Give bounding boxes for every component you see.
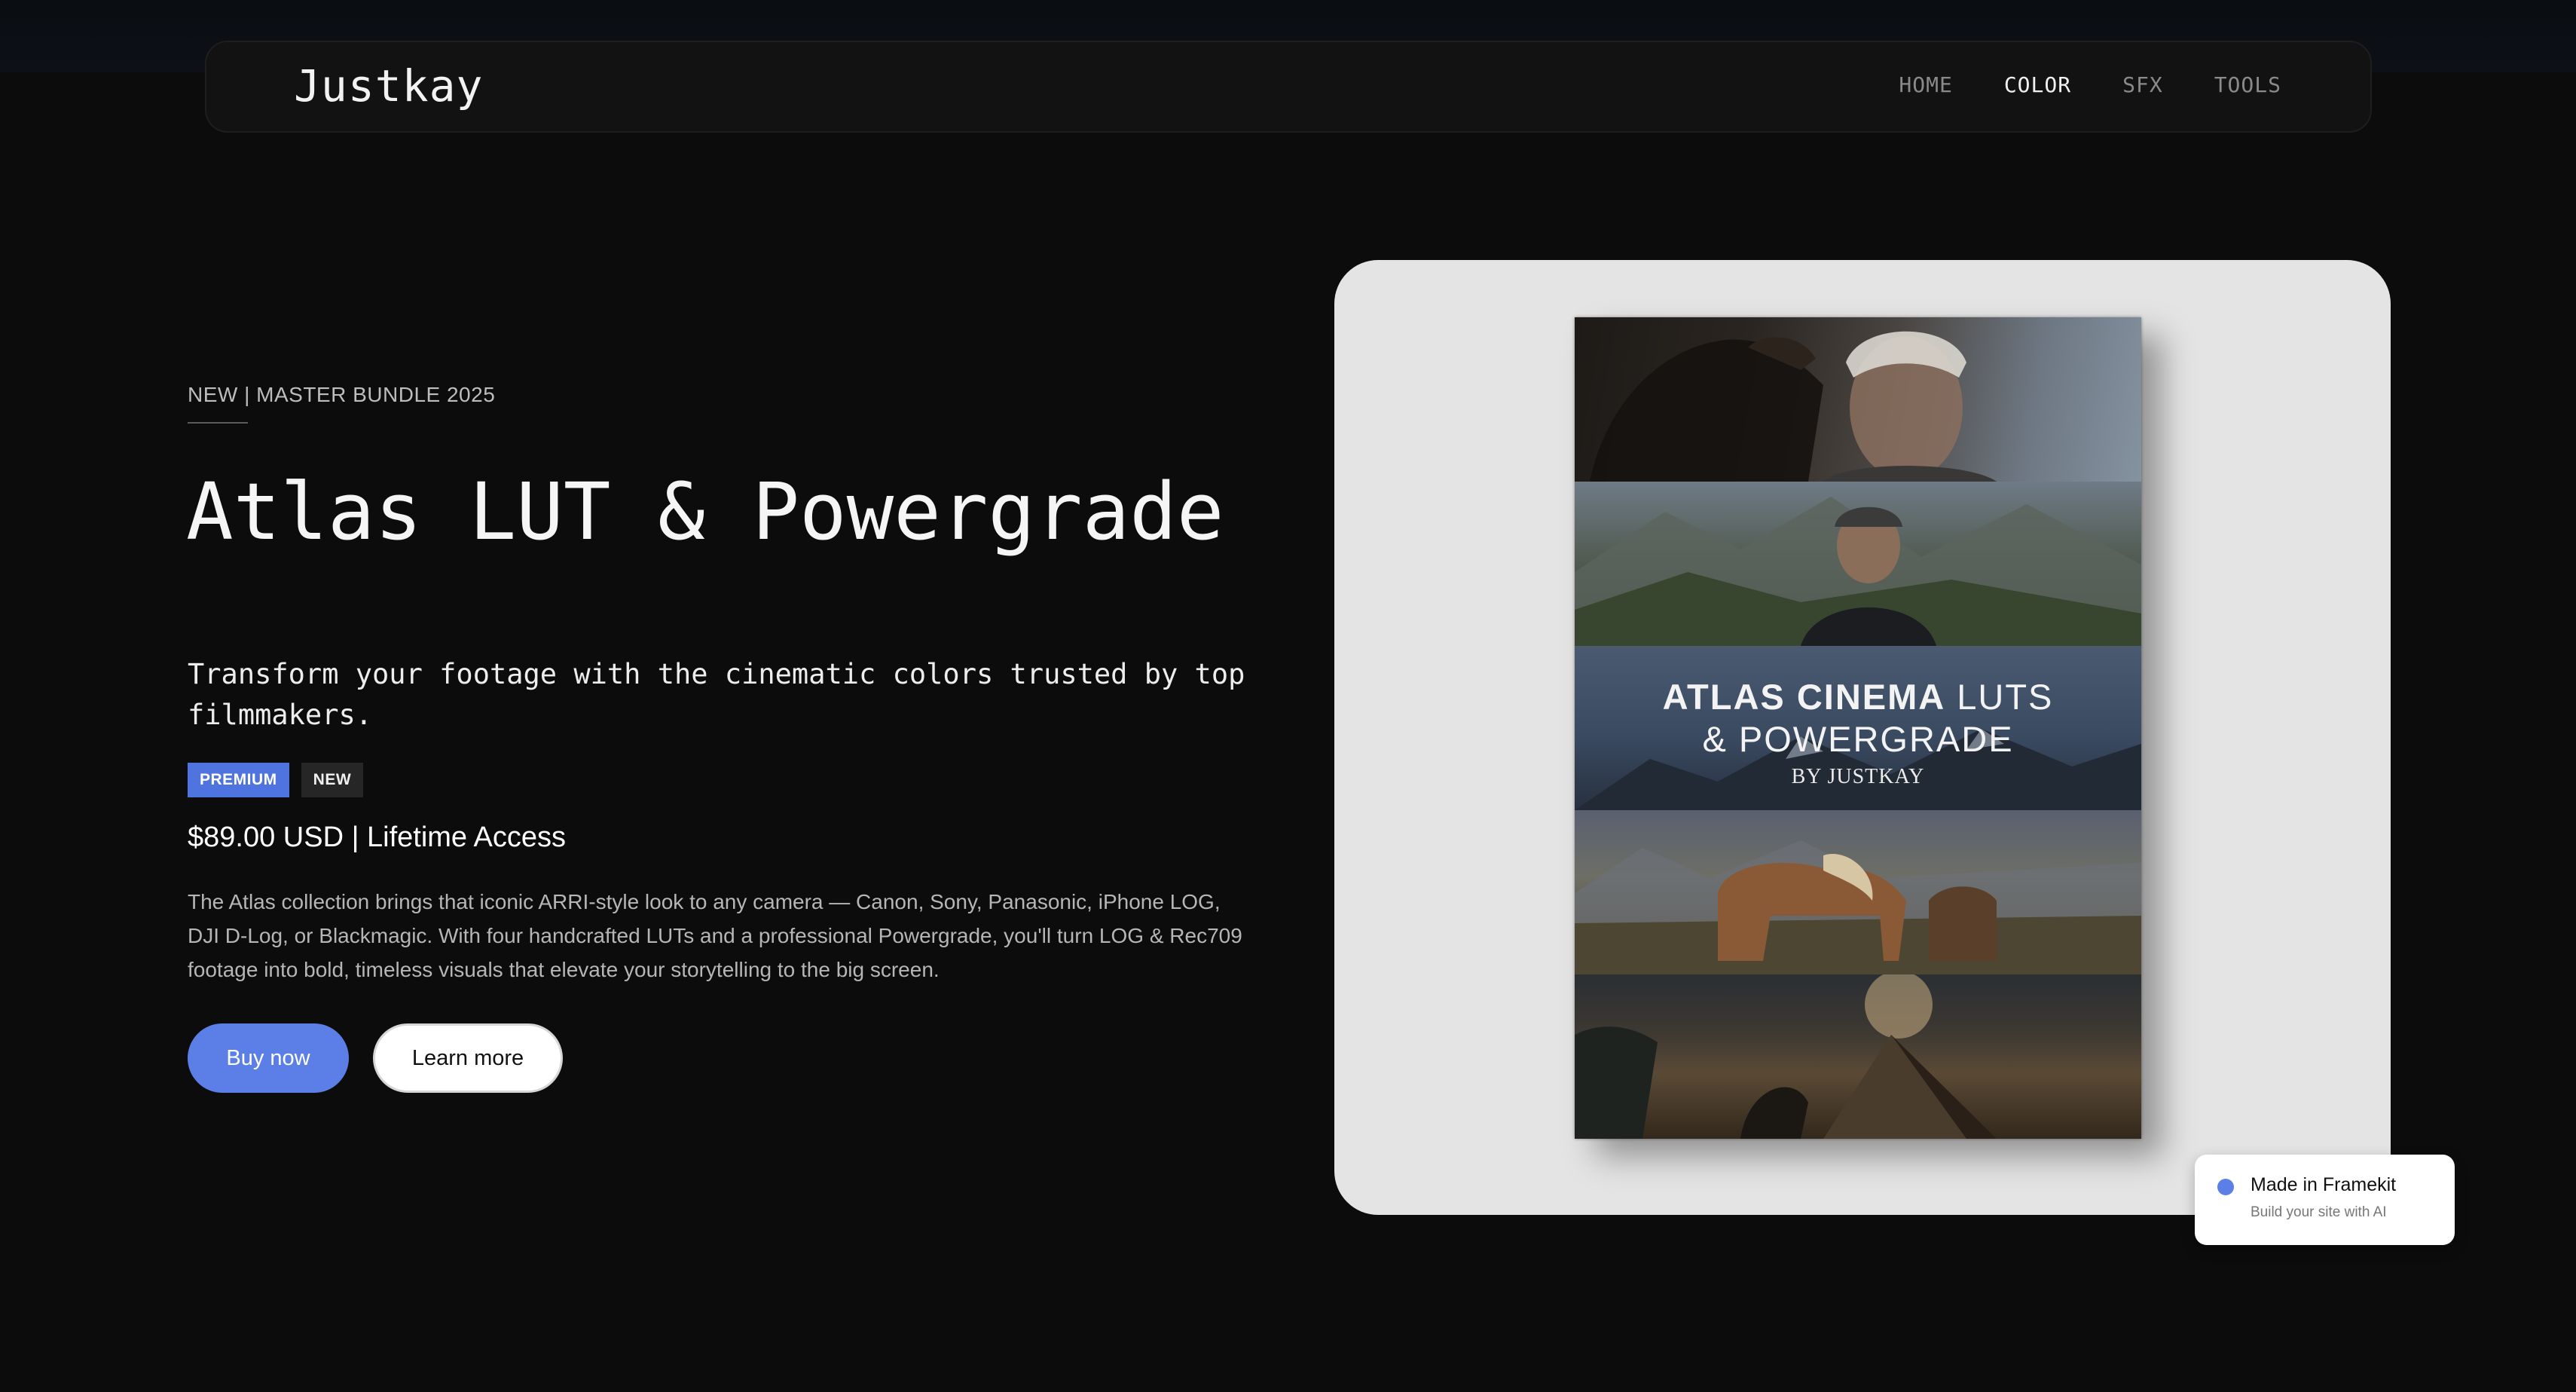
product-box-byline: BY JUSTKAY	[1791, 765, 1925, 788]
box-title-bold: ATLAS CINEMA	[1662, 677, 1946, 717]
badge-row: PREMIUM NEW	[188, 763, 364, 797]
box-title-light-2: & POWERGRADE	[1702, 719, 2014, 759]
eyebrow-underline	[188, 422, 248, 424]
photo-strip-eagle-hunter	[1575, 317, 2141, 482]
framekit-badge[interactable]: Made in Framekit Build your site with AI	[2195, 1155, 2455, 1245]
product-box-image: ATLAS CINEMA LUTS & POWERGRADE BY JUSTKA…	[1575, 317, 2141, 1139]
nav-home[interactable]: HOME	[1899, 72, 1952, 97]
hero-subtitle: Transform your footage with the cinemati…	[188, 658, 1245, 731]
product-description: The Atlas collection brings that iconic …	[188, 890, 1242, 981]
learn-more-button[interactable]: Learn more	[373, 1023, 563, 1093]
navbar: Justkay HOME COLOR SFX TOOLS	[205, 41, 2372, 133]
product-box-title: ATLAS CINEMA LUTS & POWERGRADE	[1575, 676, 2141, 760]
nav-links: HOME COLOR SFX TOOLS	[1899, 72, 2281, 97]
nav-color[interactable]: COLOR	[2004, 72, 2071, 97]
framekit-title: Made in Framekit	[2251, 1174, 2397, 1195]
horses-graphic	[1575, 840, 2141, 974]
box-title-light-1: LUTS	[1957, 677, 2054, 717]
framekit-subtitle: Build your site with AI	[2251, 1204, 2387, 1220]
site-logo[interactable]: Justkay	[294, 60, 483, 112]
buy-now-button[interactable]: Buy now	[188, 1023, 349, 1093]
mountain-portrait-graphic	[1575, 497, 2141, 646]
photo-strip-mountain-portrait	[1575, 482, 2141, 646]
eagle-portrait-graphic	[1590, 331, 1997, 482]
framekit-dot-icon	[2217, 1179, 2234, 1195]
photo-strip-tent-sunset	[1575, 974, 2141, 1139]
hero-eyebrow: NEW | MASTER BUNDLE 2025	[188, 383, 496, 406]
nav-tools[interactable]: TOOLS	[2214, 72, 2281, 97]
price-text: $89.00 USD | Lifetime Access	[188, 821, 566, 853]
badge-premium: PREMIUM	[188, 763, 289, 797]
nav-sfx[interactable]: SFX	[2122, 72, 2163, 97]
photo-strip-horses	[1575, 810, 2141, 974]
hero-title: Atlas LUT & Powergrade	[186, 466, 1224, 558]
tent-sunset-graphic	[1575, 974, 1997, 1139]
cta-buttons: Buy now Learn more	[188, 1023, 563, 1093]
badge-new: NEW	[301, 763, 364, 797]
